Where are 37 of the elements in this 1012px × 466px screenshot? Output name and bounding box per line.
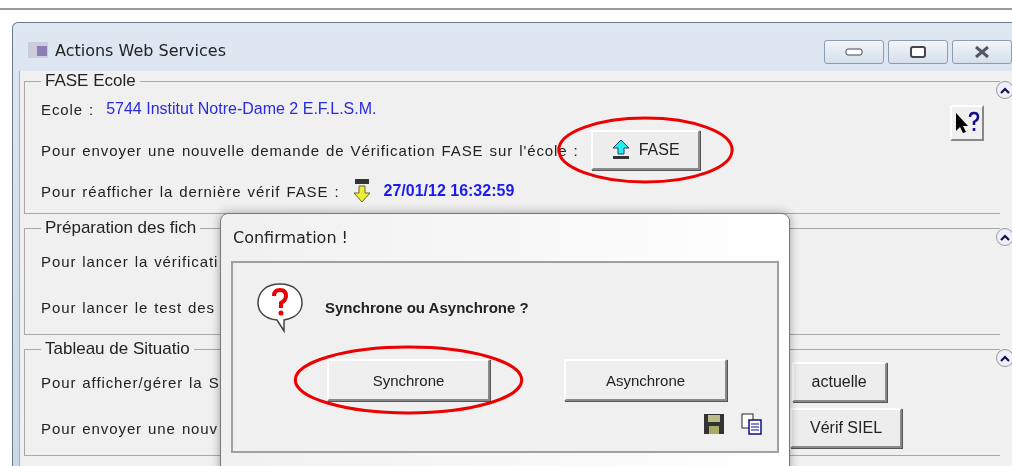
dialog-message: Synchrone ou Asynchrone ? bbox=[325, 298, 529, 316]
close-button[interactable] bbox=[952, 40, 1012, 64]
upload-arrow-icon bbox=[610, 139, 631, 161]
save-icon[interactable] bbox=[703, 413, 725, 435]
maximize-icon bbox=[910, 46, 926, 58]
help-button[interactable] bbox=[950, 105, 984, 141]
app-icon bbox=[27, 40, 49, 60]
close-icon bbox=[974, 46, 990, 58]
collapse-button[interactable] bbox=[996, 228, 1012, 246]
row-label: Pour afficher/gérer la S bbox=[41, 373, 220, 391]
row-label: Pour envoyer une nouv bbox=[41, 419, 218, 437]
action-button[interactable]: actuelle bbox=[791, 362, 887, 402]
row-label: Pour lancer la vérificati bbox=[41, 252, 219, 270]
chevron-up-icon bbox=[1000, 233, 1010, 241]
date-link[interactable]: 27/01/12 16:32:59 bbox=[383, 182, 515, 200]
section-title: FASE Ecole bbox=[44, 71, 137, 91]
row-label: Pour lancer le test des bbox=[41, 298, 215, 316]
action-button[interactable]: Vérif SIEL bbox=[790, 408, 903, 448]
copy-icon[interactable] bbox=[741, 413, 763, 435]
collapse-button[interactable] bbox=[996, 81, 1012, 99]
chevron-up-icon bbox=[1000, 86, 1010, 94]
minimize-icon bbox=[845, 48, 863, 56]
download-arrow-icon bbox=[351, 178, 372, 204]
chevron-up-icon bbox=[1000, 354, 1010, 362]
maximize-button[interactable] bbox=[888, 40, 948, 64]
collapse-button[interactable] bbox=[996, 349, 1012, 367]
section-title: Préparation des fich bbox=[44, 218, 198, 238]
dialog-button[interactable]: Asynchrone bbox=[564, 359, 727, 401]
dialog-button[interactable]: Synchrone bbox=[327, 359, 490, 401]
row-label: Pour réafficher la dernière vérif FASE : bbox=[41, 182, 340, 200]
field-label: Ecole : bbox=[41, 100, 95, 118]
question-bubble-icon bbox=[255, 281, 305, 333]
section-title: Tableau de Situatio bbox=[44, 339, 191, 359]
school-name: 5744 Institut Notre-Dame 2 E.F.L.S.M. bbox=[106, 100, 377, 118]
fase-button[interactable]: FASE bbox=[590, 130, 700, 170]
dialog-title: Confirmation ! bbox=[233, 228, 349, 249]
window-title: Actions Web Services bbox=[55, 40, 226, 60]
